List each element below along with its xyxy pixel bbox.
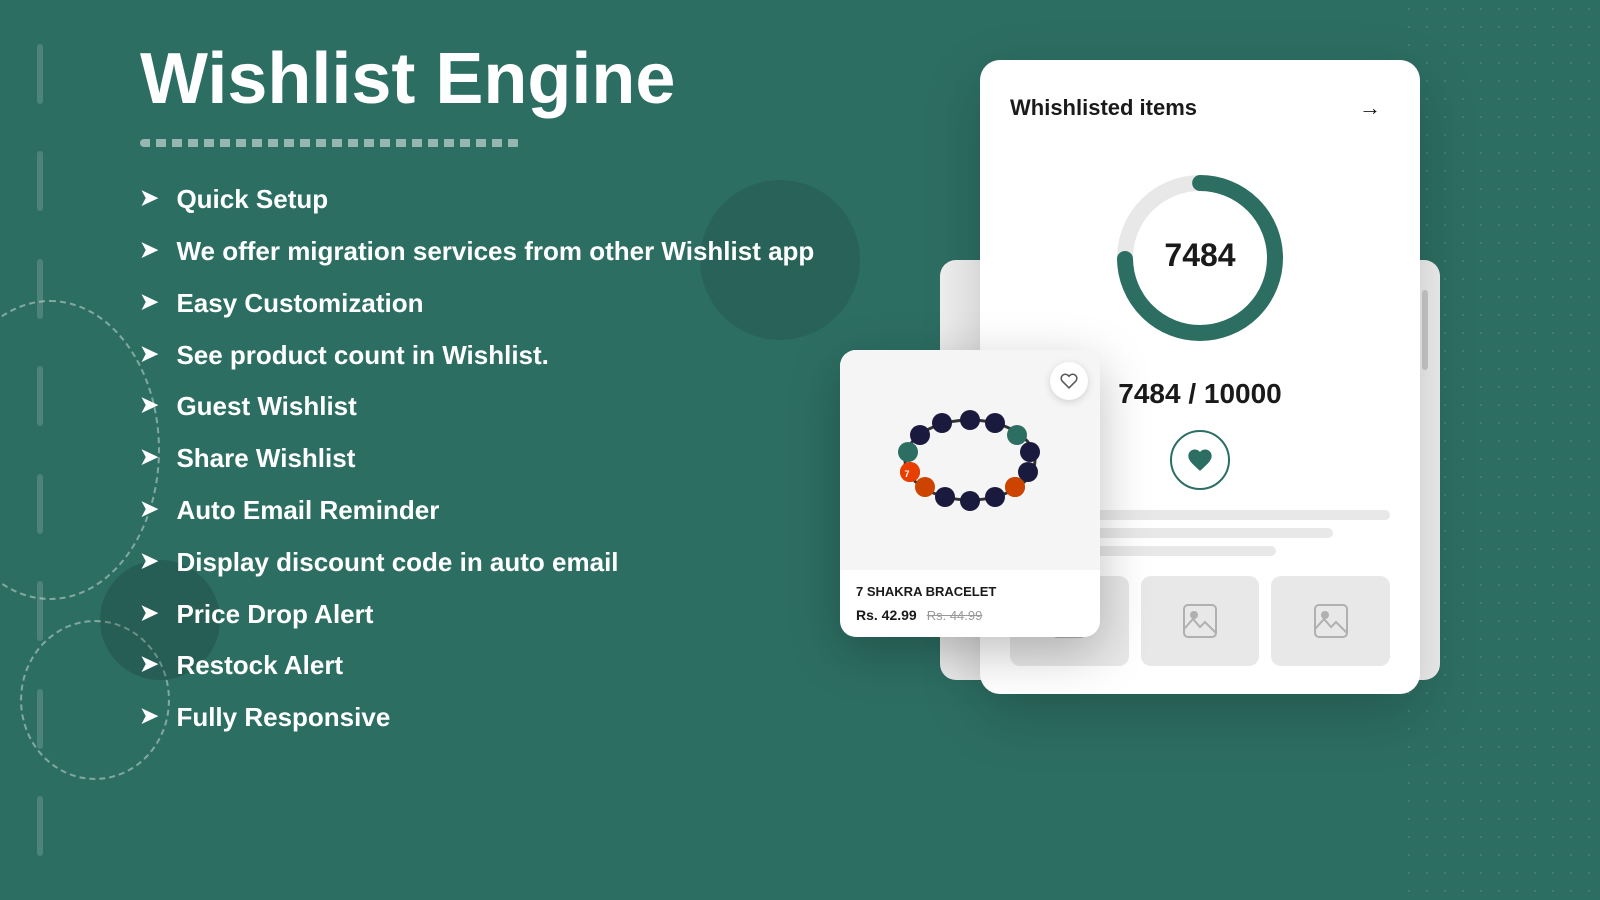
list-item: ➤ Restock Alert xyxy=(140,649,840,683)
list-arrow-icon: ➤ xyxy=(140,548,158,574)
svg-text:7: 7 xyxy=(904,469,909,479)
list-arrow-icon: ➤ xyxy=(140,496,158,522)
heart-filled-icon xyxy=(1186,446,1214,474)
list-arrow-icon: ➤ xyxy=(140,341,158,367)
heart-outline-icon xyxy=(1060,372,1078,390)
list-item: ➤ Fully Responsive xyxy=(140,701,840,735)
bracelet-product-image: 7 xyxy=(880,385,1060,535)
feature-text-auto-email: Auto Email Reminder xyxy=(176,494,439,528)
list-arrow-icon: ➤ xyxy=(140,185,158,211)
list-arrow-icon: ➤ xyxy=(140,392,158,418)
current-price: Rs. 42.99 xyxy=(856,607,917,623)
image-placeholder-icon xyxy=(1182,603,1218,639)
card-header: Whishlisted items → xyxy=(1010,88,1390,128)
add-to-wishlist-button[interactable] xyxy=(1050,362,1088,400)
feature-text-share-wishlist: Share Wishlist xyxy=(176,442,355,476)
price-row: Rs. 42.99 Rs. 44.99 xyxy=(856,607,1084,623)
card-title: Whishlisted items xyxy=(1010,95,1197,121)
list-item: ➤ Easy Customization xyxy=(140,287,840,321)
list-arrow-icon: ➤ xyxy=(140,237,158,263)
product-detail-card: 7 7 SHAKRA BRACELET Rs. 42.99 Rs. 44.99 xyxy=(840,350,1100,637)
feature-text-responsive: Fully Responsive xyxy=(176,701,390,735)
product-info: 7 SHAKRA BRACELET Rs. 42.99 Rs. 44.99 xyxy=(840,570,1100,637)
list-item: ➤ Quick Setup xyxy=(140,183,840,217)
list-item: ➤ Auto Email Reminder xyxy=(140,494,840,528)
page-title: Wishlist Engine xyxy=(140,40,840,119)
list-arrow-icon: ➤ xyxy=(140,651,158,677)
donut-count-label: 7484 xyxy=(1164,237,1235,273)
product-image-placeholder xyxy=(1141,576,1260,666)
list-item: ➤ See product count in Wishlist. xyxy=(140,339,840,373)
scroll-indicator xyxy=(1422,290,1428,370)
donut-chart: 7484 xyxy=(1100,158,1300,358)
list-arrow-icon: ➤ xyxy=(140,703,158,729)
feature-text-product-count: See product count in Wishlist. xyxy=(176,339,548,373)
feature-text-migration: We offer migration services from other W… xyxy=(176,235,814,269)
list-arrow-icon: ➤ xyxy=(140,600,158,626)
feature-list: ➤ Quick Setup ➤ We offer migration servi… xyxy=(140,183,840,735)
feature-text-quick-setup: Quick Setup xyxy=(176,183,328,217)
original-price: Rs. 44.99 xyxy=(927,608,983,623)
product-name: 7 SHAKRA BRACELET xyxy=(856,584,1084,599)
feature-text-discount-code: Display discount code in auto email xyxy=(176,546,618,580)
list-item: ➤ We offer migration services from other… xyxy=(140,235,840,269)
list-item: ➤ Price Drop Alert xyxy=(140,598,840,632)
right-mockup-area: Whishlisted items → 7484 7484 / 10000 xyxy=(900,60,1420,840)
feature-text-restock: Restock Alert xyxy=(176,649,343,683)
list-arrow-icon: ➤ xyxy=(140,444,158,470)
left-content-area: Wishlist Engine ➤ Quick Setup ➤ We offer… xyxy=(140,40,840,735)
product-image-placeholder xyxy=(1271,576,1390,666)
list-item: ➤ Display discount code in auto email xyxy=(140,546,840,580)
donut-chart-container: 7484 xyxy=(1010,158,1390,358)
product-image-area: 7 xyxy=(840,350,1100,570)
feature-text-price-drop: Price Drop Alert xyxy=(176,598,373,632)
title-divider xyxy=(140,139,520,147)
heart-circle-button[interactable] xyxy=(1170,430,1230,490)
feature-text-customization: Easy Customization xyxy=(176,287,423,321)
list-arrow-icon: ➤ xyxy=(140,289,158,315)
list-item: ➤ Guest Wishlist xyxy=(140,390,840,424)
dashed-circle-large xyxy=(0,300,160,600)
image-placeholder-icon xyxy=(1313,603,1349,639)
list-item: ➤ Share Wishlist xyxy=(140,442,840,476)
card-arrow-button[interactable]: → xyxy=(1350,88,1390,128)
feature-text-guest-wishlist: Guest Wishlist xyxy=(176,390,356,424)
